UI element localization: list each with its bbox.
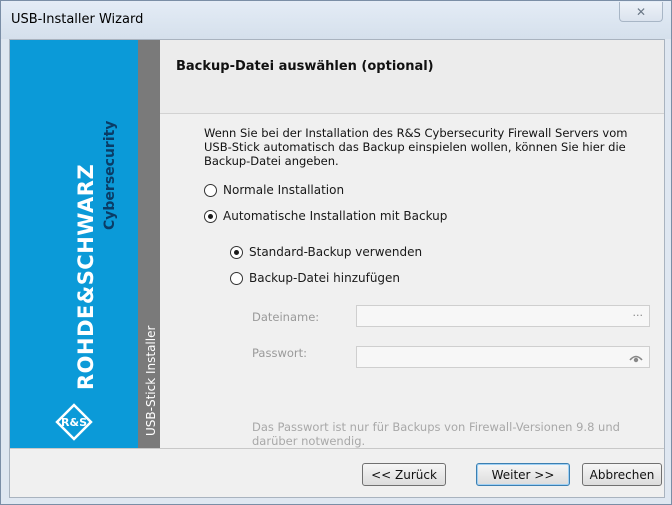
radio-selected-icon <box>204 209 217 223</box>
radio-label: Standard-Backup verwenden <box>249 245 423 259</box>
browse-icon[interactable]: ··· <box>633 309 644 322</box>
close-icon: ✕ <box>635 4 647 19</box>
window-title: USB-Installer Wizard <box>11 12 144 27</box>
company-logo-text: ROHDE&SCHWARZ <box>74 163 98 390</box>
close-button[interactable]: ✕ <box>619 2 663 22</box>
eye-icon[interactable] <box>629 353 643 363</box>
button-bar: << Zurück Weiter >> Abbrechen <box>10 449 664 497</box>
description-text: Wenn Sie bei der Installation des R&S Cy… <box>204 126 628 168</box>
radio-label: Normale Installation <box>223 183 345 197</box>
side-stripe: USB-Stick Installer <box>138 40 160 448</box>
product-name: Cybersecurity <box>102 120 118 230</box>
wizard-client-area: ROHDE&SCHWARZ Cybersecurity R&S USB-Stic… <box>9 39 665 498</box>
radio-icon <box>230 271 243 285</box>
logo-label: R&S <box>61 416 87 429</box>
side-label: USB-Stick Installer <box>144 325 158 436</box>
back-button[interactable]: << Zurück <box>362 463 446 486</box>
radio-normal-installation[interactable]: Normale Installation <box>204 183 344 197</box>
radio-add-backup-file[interactable]: Backup-Datei hinzufügen <box>230 271 400 285</box>
radio-icon <box>204 183 217 197</box>
radio-label: Automatische Installation mit Backup <box>223 209 448 223</box>
password-input[interactable] <box>356 346 650 368</box>
page-title: Backup-Datei auswählen (optional) <box>176 59 434 74</box>
radio-auto-install-backup[interactable]: Automatische Installation mit Backup <box>204 209 447 223</box>
radio-selected-icon <box>230 245 243 259</box>
filename-input[interactable]: ··· <box>356 305 650 327</box>
title-bar: USB-Installer Wizard ✕ <box>1 1 671 39</box>
radio-label: Backup-Datei hinzufügen <box>249 271 401 285</box>
wizard-window: USB-Installer Wizard ✕ ROHDE&SCHWARZ Cyb… <box>0 0 672 505</box>
rs-logo-icon: R&S <box>55 403 93 441</box>
cancel-button[interactable]: Abbrechen <box>582 463 662 486</box>
brand-panel: ROHDE&SCHWARZ Cybersecurity R&S <box>10 40 138 448</box>
page-content: Wenn Sie bei der Installation des R&S Cy… <box>160 114 664 448</box>
password-note: Das Passwort ist nur für Backups von Fir… <box>252 420 620 448</box>
next-button[interactable]: Weiter >> <box>476 463 570 486</box>
radio-standard-backup[interactable]: Standard-Backup verwenden <box>230 245 422 259</box>
filename-label: Dateiname: <box>252 310 320 324</box>
page-header: Backup-Datei auswählen (optional) <box>160 40 664 114</box>
password-label: Passwort: <box>252 346 308 360</box>
